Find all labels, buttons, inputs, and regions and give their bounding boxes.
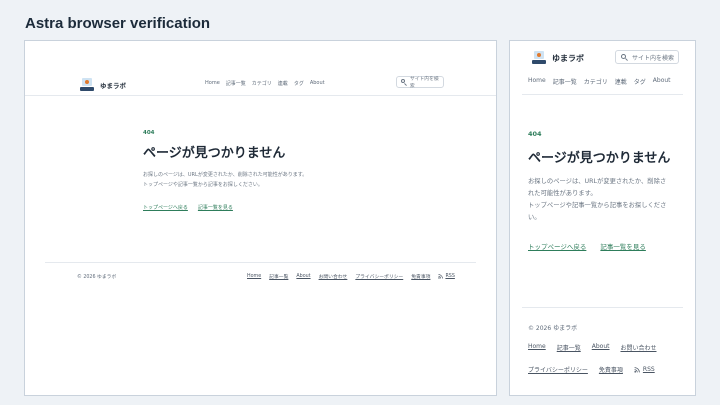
- logo-icon: [532, 50, 546, 66]
- back-to-top-link[interactable]: トップページへ戻る: [143, 204, 188, 211]
- footer-rss-label: RSS: [642, 366, 655, 373]
- nav-articles[interactable]: 記事一覧: [226, 80, 246, 87]
- footer-link-articles[interactable]: 記事一覧: [557, 343, 581, 352]
- search-icon: [401, 79, 407, 86]
- nav-categories[interactable]: カテゴリ: [252, 80, 272, 87]
- search-placeholder: サイト内を検索: [632, 54, 675, 62]
- site-header-mobile: ゆまラボ: [532, 50, 584, 66]
- view-articles-link[interactable]: 記事一覧を見る: [198, 204, 233, 211]
- search-icon: [621, 53, 628, 61]
- nav-home[interactable]: Home: [205, 80, 220, 87]
- error-code: 404: [528, 130, 542, 138]
- footer-divider: [522, 307, 683, 308]
- nav-series[interactable]: 連載: [278, 80, 288, 87]
- nav-tags[interactable]: タグ: [634, 77, 646, 86]
- nav-tags[interactable]: タグ: [294, 80, 304, 87]
- error-title: ページが見つかりません: [143, 146, 286, 161]
- back-to-top-link[interactable]: トップページへ戻る: [528, 241, 586, 251]
- footer-copyright: © 2026 ゆまラボ: [528, 325, 578, 332]
- error-content-mobile: 404 ページが見つかりません お探しのページは、URLが変更されたか、削除さ …: [528, 130, 683, 251]
- nav-about[interactable]: About: [310, 80, 325, 87]
- footer-link-home[interactable]: Home: [528, 343, 546, 352]
- error-message-line: れた可能性があります。: [528, 190, 597, 197]
- error-content: 404 ページが見つかりません お探しのページは、URLが変更されたか、削除され…: [143, 130, 383, 211]
- footer-rss-link[interactable]: RSS: [634, 366, 655, 373]
- search-placeholder: サイト内を検索: [409, 77, 439, 89]
- search-input[interactable]: サイト内を検索: [615, 50, 679, 64]
- footer-link-privacy[interactable]: プライバシーポリシー: [528, 365, 588, 374]
- page-heading: Astra browser verification: [25, 15, 211, 32]
- error-links: トップページへ戻る 記事一覧を見る: [143, 204, 383, 211]
- error-links: トップページへ戻る 記事一覧を見る: [528, 241, 683, 251]
- footer-rss-label: RSS: [445, 274, 455, 279]
- rss-icon: [634, 366, 640, 373]
- error-code: 404: [143, 130, 155, 136]
- footer-links-row: Home 記事一覧 About お問い合わせ: [528, 343, 657, 352]
- error-message-line: トップページや記事一覧から記事をお探しくださ: [528, 202, 667, 209]
- footer-link-home[interactable]: Home: [247, 274, 261, 279]
- nav-series[interactable]: 連載: [615, 77, 627, 86]
- nav-articles[interactable]: 記事一覧: [553, 77, 577, 86]
- footer-links: Home 記事一覧 About お問い合わせ プライバシーポリシー 免責事項 R…: [247, 273, 455, 280]
- error-message-line: お探しのページは、URLが変更されたか、削除された可能性があります。: [143, 172, 308, 178]
- error-message-line: お探しのページは、URLが変更されたか、削除さ: [528, 178, 667, 185]
- error-message-line: トップページや記事一覧から記事をお探しください。: [143, 182, 263, 188]
- site-logo-text: ゆまラボ: [552, 53, 584, 63]
- footer-link-privacy[interactable]: プライバシーポリシー: [355, 273, 403, 280]
- footer-link-disclaimer[interactable]: 免責事項: [411, 273, 430, 280]
- footer-rss-link[interactable]: RSS: [438, 274, 455, 279]
- search-input[interactable]: サイト内を検索: [396, 76, 444, 89]
- nav-about[interactable]: About: [653, 77, 671, 86]
- main-nav: Home 記事一覧 カテゴリ 連載 タグ About: [205, 80, 325, 87]
- nav-categories[interactable]: カテゴリ: [584, 77, 608, 86]
- footer-divider: [45, 262, 476, 263]
- logo-icon: [80, 77, 94, 93]
- footer-link-contact[interactable]: お問い合わせ: [319, 273, 348, 280]
- nav-home[interactable]: Home: [528, 77, 546, 86]
- footer-link-contact[interactable]: お問い合わせ: [620, 343, 656, 352]
- desktop-preview: ゆまラボ Home 記事一覧 カテゴリ 連載 タグ About サイト内を検索 …: [24, 40, 497, 396]
- footer-link-disclaimer[interactable]: 免責事項: [599, 365, 623, 374]
- footer-link-about[interactable]: About: [296, 274, 310, 279]
- site-logo[interactable]: ゆまラボ: [80, 77, 126, 93]
- footer-copyright: © 2026 ゆまラボ: [77, 275, 117, 280]
- view-articles-link[interactable]: 記事一覧を見る: [600, 241, 646, 251]
- main-nav-mobile: Home 記事一覧 カテゴリ 連載 タグ About: [528, 77, 671, 86]
- footer-links-row: プライバシーポリシー 免責事項 RSS: [528, 365, 655, 374]
- header-divider: [522, 94, 683, 95]
- footer-link-articles[interactable]: 記事一覧: [269, 273, 288, 280]
- site-logo-text: ゆまラボ: [100, 82, 126, 90]
- error-message: お探しのページは、URLが変更されたか、削除された可能性があります。 トップペー…: [143, 170, 383, 190]
- site-logo[interactable]: ゆまラボ: [532, 50, 584, 66]
- error-message: お探しのページは、URLが変更されたか、削除さ れた可能性があります。 トップペ…: [528, 176, 683, 224]
- mobile-preview: ゆまラボ サイト内を検索 Home 記事一覧 カテゴリ 連載 タグ About …: [509, 40, 696, 396]
- header-divider: [25, 95, 496, 96]
- rss-icon: [438, 274, 444, 279]
- error-message-line: い。: [528, 214, 541, 221]
- footer-link-about[interactable]: About: [592, 343, 610, 352]
- error-title: ページが見つかりません: [528, 151, 671, 166]
